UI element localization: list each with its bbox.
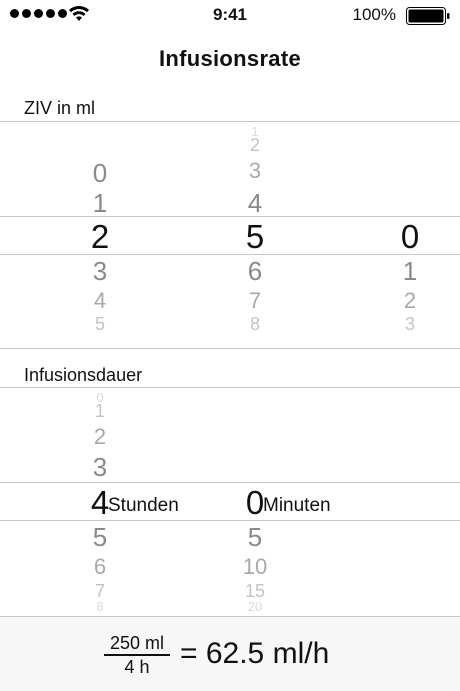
- picker-value: 3: [92, 256, 108, 286]
- ziv-section-header: ZIV in ml: [24, 98, 96, 118]
- battery-icon: [406, 7, 450, 25]
- picker-value: 20: [247, 599, 263, 614]
- ziv-tens-selected: 5: [245, 218, 265, 255]
- battery-percentage: 100%: [352, 5, 396, 24]
- duration-section-header: Infusionsdauer: [24, 365, 143, 385]
- picker-value: 3: [92, 452, 108, 482]
- picker-value: 0: [92, 158, 108, 188]
- picker-value: 2: [93, 424, 107, 449]
- result-bar: 250 ml 4 h = 62.5 ml/h: [0, 616, 460, 691]
- rate-fraction: 250 ml 4 h: [104, 633, 170, 677]
- picker-value: 3: [248, 158, 262, 183]
- picker-value: 4: [247, 188, 263, 218]
- ziv-hundreds-selected: 2: [90, 218, 110, 255]
- picker-value: 2: [249, 135, 260, 155]
- picker-value: 10: [242, 554, 268, 579]
- picker-value: 6: [93, 554, 107, 579]
- picker-value: 1: [402, 256, 418, 286]
- picker-value: 4: [93, 288, 107, 313]
- ziv-picker[interactable]: 0 1 2 3 4 5 1 2 3 4 5 6 7 8 0 1 2 3: [0, 122, 460, 348]
- ziv-hundreds-wheel[interactable]: 0 1 2 3 4 5: [60, 122, 109, 348]
- picker-value: 6: [247, 256, 263, 286]
- fraction-denominator: 4 h: [124, 657, 150, 677]
- minutes-wheel[interactable]: 0 5 10 15 20: [215, 388, 267, 615]
- picker-value: 3: [404, 314, 415, 334]
- fraction-bar: [104, 654, 170, 656]
- picker-value: 5: [247, 522, 263, 552]
- ziv-tens-wheel[interactable]: 1 2 3 4 5 6 7 8: [215, 122, 264, 348]
- duration-picker[interactable]: 0 1 2 3 4 5 6 7 8 Stunden 0 5 10 15 20 M…: [0, 388, 460, 615]
- picker-value: 5: [92, 522, 108, 552]
- infusion-rate-result: = 62.5 ml/h: [180, 637, 330, 670]
- fraction-numerator: 250 ml: [109, 633, 165, 653]
- picker-value: 1: [94, 401, 105, 421]
- hours-wheel[interactable]: 0 1 2 3 4 5 6 7 8: [60, 388, 109, 615]
- picker-value: 5: [94, 314, 105, 334]
- picker-value: 1: [92, 188, 108, 218]
- picker-value: 8: [96, 599, 104, 614]
- ziv-ones-wheel[interactable]: 0 1 2 3: [370, 122, 419, 348]
- page-title: Infusionsrate: [158, 46, 302, 71]
- ziv-ones-selected: 0: [400, 218, 420, 255]
- minutes-unit-label: Minuten: [263, 495, 331, 516]
- picker-value: 7: [248, 288, 262, 313]
- picker-value: 8: [249, 314, 260, 334]
- section-divider: [0, 348, 460, 349]
- status-bar: 9:41 100%: [0, 0, 460, 30]
- hours-unit-label: Stunden: [108, 495, 179, 516]
- picker-value: 2: [403, 288, 417, 313]
